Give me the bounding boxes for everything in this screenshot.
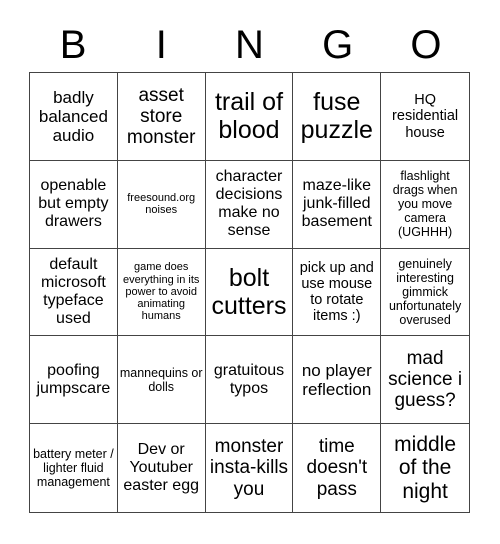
bingo-cell[interactable]: HQ residential house — [381, 73, 469, 161]
bingo-cell[interactable]: gratuitous typos — [205, 336, 294, 425]
bingo-cell[interactable]: pick up and use mouse to rotate items :) — [293, 248, 382, 337]
bingo-cell[interactable]: freesound.org noises — [117, 160, 206, 249]
bingo-cell[interactable]: middle of the night — [381, 424, 469, 512]
bingo-cell[interactable]: no player reflection — [293, 336, 382, 425]
bingo-header: B I N G O — [29, 18, 470, 72]
bingo-cell[interactable]: default microsoft typeface used — [30, 248, 118, 337]
header-letter-o: O — [410, 23, 442, 67]
bingo-cell[interactable]: flashlight drags when you move camera (U… — [381, 161, 469, 249]
bingo-cell[interactable]: asset store monster — [117, 73, 206, 161]
bingo-cell[interactable]: time doesn't pass — [293, 424, 382, 512]
bingo-cell[interactable]: character decisions make no sense — [205, 160, 294, 249]
bingo-cell[interactable]: battery meter / lighter fluid management — [30, 424, 118, 512]
bingo-cell[interactable]: trail of blood — [205, 73, 294, 161]
bingo-cell[interactable]: bolt cutters — [205, 248, 294, 337]
header-letter-i: I — [155, 23, 167, 67]
bingo-cell[interactable]: fuse puzzle — [293, 73, 382, 161]
bingo-cell[interactable]: mannequins or dolls — [117, 336, 206, 425]
bingo-card: badly balanced audio asset store monster… — [29, 72, 470, 513]
bingo-cell[interactable]: poofing jumpscare — [30, 336, 118, 425]
bingo-cell[interactable]: openable but empty drawers — [30, 160, 118, 249]
bingo-cell[interactable]: game does everything in its power to avo… — [117, 248, 206, 337]
bingo-cell[interactable]: genuinely interesting gimmick unfortunat… — [381, 249, 469, 337]
bingo-cell[interactable]: maze-like junk-filled basement — [293, 160, 382, 249]
bingo-cell[interactable]: Dev or Youtuber easter egg — [118, 424, 206, 512]
bingo-cell[interactable]: badly balanced audio — [30, 73, 118, 161]
bingo-cell[interactable]: mad science i guess? — [381, 336, 469, 425]
header-letter-n: N — [235, 23, 264, 67]
bingo-cell[interactable]: monster insta-kills you — [206, 424, 294, 512]
header-letter-b: B — [59, 23, 87, 67]
header-letter-g: G — [322, 23, 354, 67]
